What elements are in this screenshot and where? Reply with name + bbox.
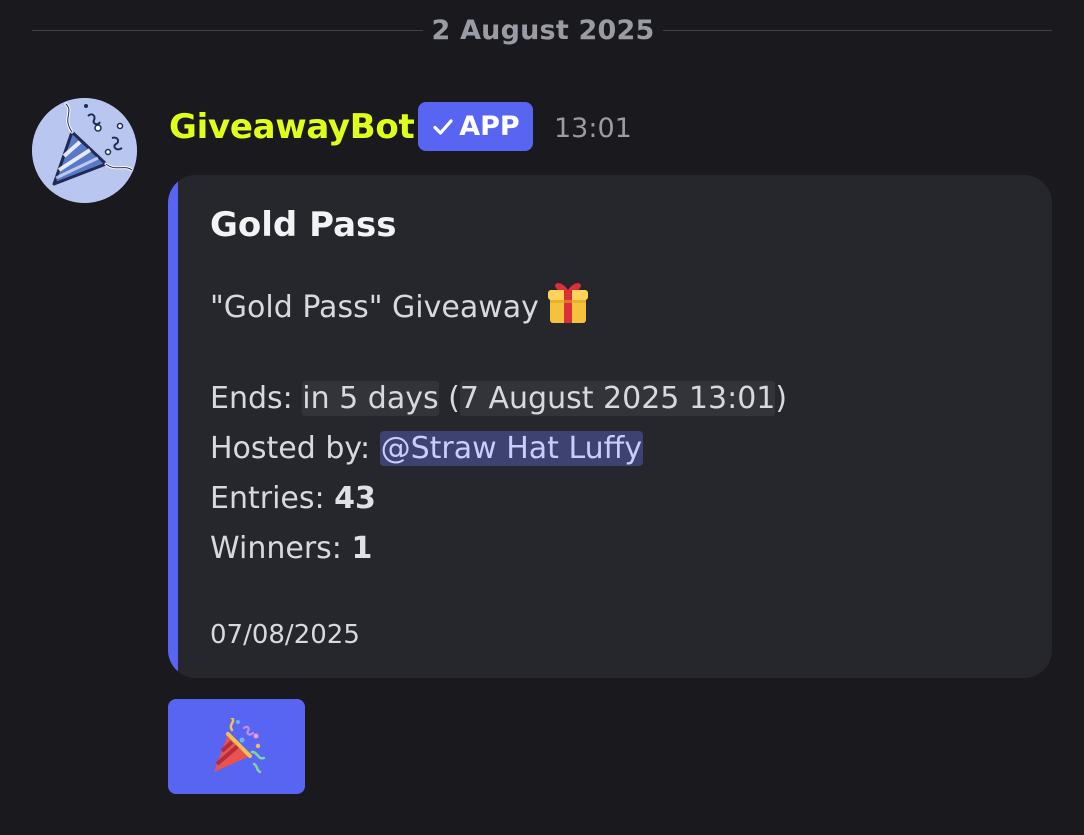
embed-description-text: "Gold Pass" Giveaway xyxy=(210,290,539,325)
ends-line: Ends: in 5 days (7 August 2025 13:01) xyxy=(210,381,788,416)
winners-label: Winners: xyxy=(210,531,342,566)
date-divider-line-right xyxy=(663,30,1052,31)
entries-line: Entries: 43 xyxy=(210,479,376,519)
date-divider-line-left xyxy=(32,30,423,31)
enter-giveaway-button[interactable] xyxy=(168,699,305,794)
embed-accent-bar xyxy=(168,175,178,678)
party-popper-icon xyxy=(213,717,265,773)
entries-count: 43 xyxy=(334,481,376,516)
hosted-label: Hosted by: xyxy=(210,431,371,466)
hosted-line: Hosted by: @Straw Hat Luffy xyxy=(210,429,644,469)
ends-absolute-time[interactable]: 7 August 2025 13:01 xyxy=(459,381,776,416)
app-badge-label: APP xyxy=(459,111,520,142)
embed-title: Gold Pass xyxy=(210,205,397,245)
checkmark-icon xyxy=(433,118,453,135)
app-badge: APP xyxy=(418,102,533,151)
host-mention[interactable]: @Straw Hat Luffy xyxy=(379,431,644,466)
winners-count: 1 xyxy=(351,531,373,566)
giveaway-embed: Gold Pass "Gold Pass" Giveaway Ends: in … xyxy=(168,175,1052,678)
gift-icon xyxy=(545,279,591,336)
chat-view: 2 August 2025 GiveawayBot APP 13:01 Gold… xyxy=(0,0,1084,835)
party-popper-icon xyxy=(32,98,137,203)
message-timestamp[interactable]: 13:01 xyxy=(554,112,632,146)
embed-description: "Gold Pass" Giveaway xyxy=(210,279,591,336)
entries-label: Entries: xyxy=(210,481,325,516)
winners-line: Winners: 1 xyxy=(210,529,372,569)
ends-relative-time[interactable]: in 5 days xyxy=(302,381,439,416)
author-name[interactable]: GiveawayBot xyxy=(169,106,415,148)
date-divider-label: 2 August 2025 xyxy=(431,15,655,46)
embed-footer-date: 07/08/2025 xyxy=(210,620,360,650)
ends-label: Ends: xyxy=(210,381,293,416)
avatar[interactable] xyxy=(32,98,137,203)
